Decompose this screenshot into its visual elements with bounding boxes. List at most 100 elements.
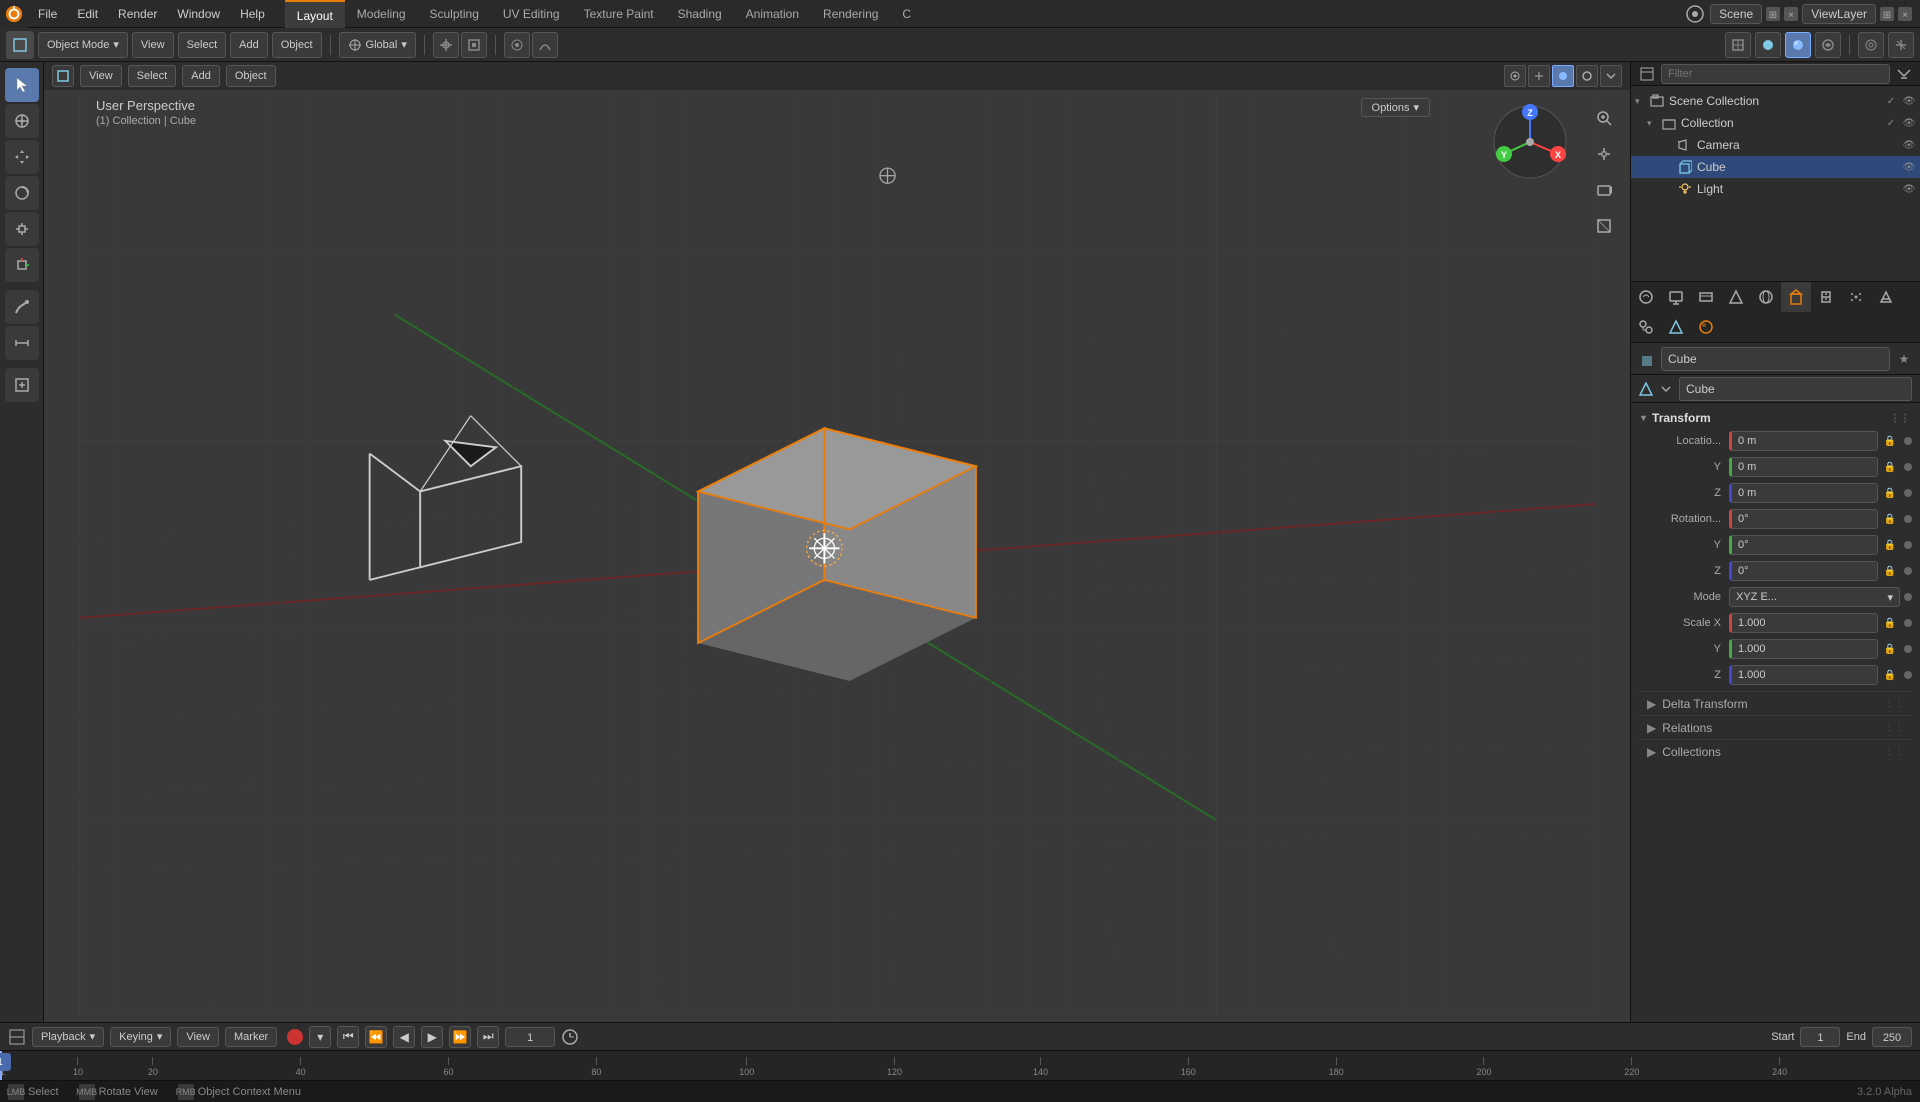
outliner-collection[interactable]: ▾ Collection ✓ 👁 [1631, 112, 1920, 134]
viewlayer-expand-icon[interactable]: ⊞ [1880, 7, 1894, 21]
engine-icon[interactable] [1684, 3, 1706, 25]
tab-sculpting[interactable]: Sculpting [418, 0, 491, 28]
rotate-tool[interactable] [5, 176, 39, 210]
scale-x-keyframe[interactable] [1904, 619, 1912, 627]
transform-section-header[interactable]: ▾ Transform ⋮⋮ [1639, 407, 1912, 429]
viewport-object-menu[interactable]: Object [226, 65, 276, 87]
mesh-dropdown-icon[interactable] [1659, 382, 1673, 396]
viewport-extras[interactable] [1600, 65, 1622, 87]
prop-icon-physics[interactable] [1871, 282, 1901, 312]
cursor-tool[interactable] [5, 104, 39, 138]
proportional-edit-icon[interactable] [504, 32, 530, 58]
delta-transform-pin[interactable]: ⋮⋮ [1884, 698, 1904, 709]
location-y-field[interactable]: 0 m [1729, 457, 1878, 477]
viewport-material-preview-active[interactable] [1552, 65, 1574, 87]
snap-type-icon[interactable] [461, 32, 487, 58]
annotate-tool[interactable] [5, 290, 39, 324]
play-back-button[interactable]: ◀ [393, 1026, 415, 1048]
orthographic-button[interactable] [1588, 210, 1620, 242]
tab-texture-paint[interactable]: Texture Paint [572, 0, 666, 28]
menu-file[interactable]: File [28, 0, 67, 28]
location-z-keyframe[interactable] [1904, 489, 1912, 497]
prop-icon-world[interactable] [1751, 282, 1781, 312]
playback-menu[interactable]: Playback ▾ [32, 1027, 104, 1047]
scene-collection-checkbox[interactable]: ✓ [1884, 94, 1898, 108]
object-menu[interactable]: Object [272, 32, 322, 58]
step-back-button[interactable]: ⏪ [365, 1026, 387, 1048]
light-visibility[interactable]: 👁 [1902, 182, 1916, 196]
prop-icon-object[interactable] [1781, 282, 1811, 312]
scale-x-lock[interactable]: 🔒 [1880, 613, 1900, 633]
timeline-type-icon[interactable] [8, 1028, 26, 1046]
transform-tool[interactable] [5, 248, 39, 282]
add-object-tool[interactable] [5, 368, 39, 402]
current-frame-display[interactable]: 1 [505, 1027, 555, 1047]
select-tool[interactable] [5, 68, 39, 102]
prop-icon-modifiers[interactable] [1811, 282, 1841, 312]
prop-icon-view-layer[interactable] [1691, 282, 1721, 312]
jump-to-end-button[interactable]: ⏭ [477, 1026, 499, 1048]
outliner-scene-collection[interactable]: ▾ Scene Collection ✓ 👁 [1631, 90, 1920, 112]
rendered-shading[interactable] [1815, 32, 1841, 58]
location-y-keyframe[interactable] [1904, 463, 1912, 471]
gizmos-icon[interactable] [1888, 32, 1914, 58]
outliner-expand-scene[interactable]: ▾ [1635, 96, 1649, 107]
rotation-x-keyframe[interactable] [1904, 515, 1912, 523]
camera-view-button[interactable] [1588, 174, 1620, 206]
scale-y-field[interactable]: 1.000 [1729, 639, 1878, 659]
prop-icon-constraints[interactable] [1631, 312, 1661, 342]
scale-z-field[interactable]: 1.000 [1729, 665, 1878, 685]
prop-icon-scene[interactable] [1721, 282, 1751, 312]
view-menu-tl[interactable]: View [177, 1027, 219, 1047]
outliner-light[interactable]: Light 👁 [1631, 178, 1920, 200]
viewport-type-menu[interactable] [52, 65, 74, 87]
collections-pin[interactable]: ⋮⋮ [1884, 746, 1904, 757]
outliner-filter-icon[interactable] [1896, 66, 1912, 82]
collection-visibility[interactable]: 👁 [1902, 116, 1916, 130]
relations-section[interactable]: ▶ Relations ⋮⋮ [1639, 715, 1912, 739]
camera-visibility[interactable]: 👁 [1902, 138, 1916, 152]
transform-global[interactable]: Global ▾ [339, 32, 416, 58]
location-x-field[interactable]: 0 m [1729, 431, 1878, 451]
object-name-input[interactable] [1661, 347, 1890, 371]
location-x-lock[interactable]: 🔒 [1880, 431, 1900, 451]
tab-rendering[interactable]: Rendering [811, 0, 890, 28]
menu-window[interactable]: Window [167, 0, 230, 28]
scene-collection-visibility[interactable]: 👁 [1902, 94, 1916, 108]
viewlayer-close-icon[interactable]: × [1898, 7, 1912, 21]
prop-icon-output[interactable] [1661, 282, 1691, 312]
delta-transform-section[interactable]: ▶ Delta Transform ⋮⋮ [1639, 691, 1912, 715]
prop-icon-render[interactable] [1631, 282, 1661, 312]
tab-modeling[interactable]: Modeling [345, 0, 418, 28]
location-x-keyframe[interactable] [1904, 437, 1912, 445]
outliner-mode-icon[interactable] [1639, 66, 1655, 82]
tab-uv-editing[interactable]: UV Editing [491, 0, 572, 28]
location-z-field[interactable]: 0 m [1729, 483, 1878, 503]
blender-logo[interactable] [0, 0, 28, 28]
tab-layout[interactable]: Layout [285, 0, 345, 28]
scale-x-field[interactable]: 1.000 [1729, 613, 1878, 633]
rotation-z-field[interactable]: 0° [1729, 561, 1878, 581]
viewport-gizmo[interactable] [1528, 65, 1550, 87]
viewport-rendered[interactable] [1576, 65, 1598, 87]
marker-menu[interactable]: Marker [225, 1027, 277, 1047]
keying-menu[interactable]: Keying ▾ [110, 1027, 171, 1047]
viewport-options-button[interactable]: Options ▾ [1361, 98, 1430, 117]
location-z-lock[interactable]: 🔒 [1880, 483, 1900, 503]
viewport-view-menu[interactable]: View [80, 65, 122, 87]
outliner-search[interactable] [1661, 64, 1890, 84]
scale-z-keyframe[interactable] [1904, 671, 1912, 679]
scale-y-keyframe[interactable] [1904, 645, 1912, 653]
location-y-lock[interactable]: 🔒 [1880, 457, 1900, 477]
tab-animation[interactable]: Animation [734, 0, 811, 28]
pan-view-button[interactable] [1588, 138, 1620, 170]
snap-icon[interactable] [433, 32, 459, 58]
mode-selector[interactable]: Object Mode ▾ [38, 32, 128, 58]
viewport-add-menu[interactable]: Add [182, 65, 220, 87]
rotation-x-field[interactable]: 0° [1729, 509, 1878, 529]
cube-visibility[interactable]: 👁 [1902, 160, 1916, 174]
measure-tool[interactable] [5, 326, 39, 360]
prop-icon-material[interactable] [1691, 312, 1721, 342]
select-menu[interactable]: Select [178, 32, 227, 58]
prop-icon-data[interactable] [1661, 312, 1691, 342]
